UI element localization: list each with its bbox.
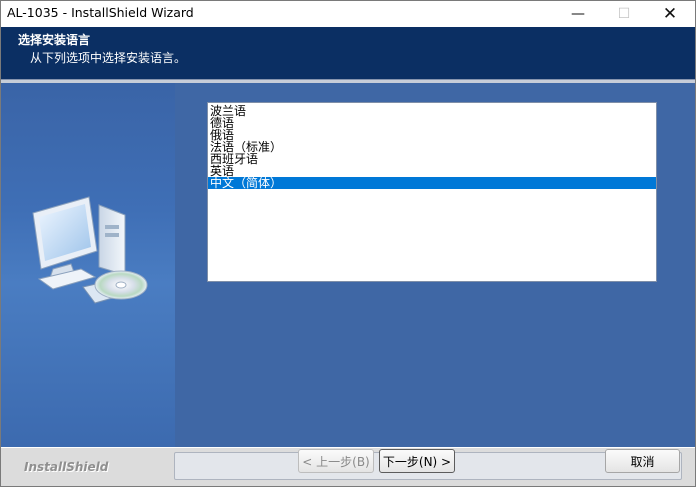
computer-with-cd-icon xyxy=(32,196,148,304)
cancel-button[interactable]: 取消 xyxy=(605,449,680,473)
language-listbox[interactable]: 波兰语 德语 俄语 法语（标准） 西班牙语 英语 中文（简体） xyxy=(207,102,657,282)
installshield-brand: InstallShield xyxy=(24,460,109,474)
language-option[interactable]: 法语（标准） xyxy=(208,141,656,153)
header-title: 选择安装语言 xyxy=(18,33,91,47)
wizard-header: 选择安装语言 从下列选项中选择安装语言。 xyxy=(1,27,695,79)
wizard-content: 波兰语 德语 俄语 法语（标准） 西班牙语 英语 中文（简体） xyxy=(1,83,695,447)
close-button[interactable]: ✕ xyxy=(647,1,693,27)
next-button[interactable]: 下一步(N) > xyxy=(379,449,455,473)
language-option[interactable]: 德语 xyxy=(208,117,656,129)
back-button[interactable]: < 上一步(B) xyxy=(298,449,374,473)
minimize-button[interactable]: — xyxy=(555,1,601,27)
language-option[interactable]: 中文（简体） xyxy=(208,177,656,189)
window-title: AL-1035 - InstallShield Wizard xyxy=(7,5,194,20)
header-subtitle: 从下列选项中选择安装语言。 xyxy=(30,51,187,65)
language-option[interactable]: 波兰语 xyxy=(208,105,656,117)
installshield-wizard-window: AL-1035 - InstallShield Wizard — ☐ ✕ 选择安… xyxy=(0,0,696,487)
maximize-button: ☐ xyxy=(617,6,631,22)
left-graphic-panel xyxy=(1,83,175,447)
language-option[interactable]: 西班牙语 xyxy=(208,153,656,165)
title-bar[interactable]: AL-1035 - InstallShield Wizard — ☐ ✕ xyxy=(1,1,695,27)
